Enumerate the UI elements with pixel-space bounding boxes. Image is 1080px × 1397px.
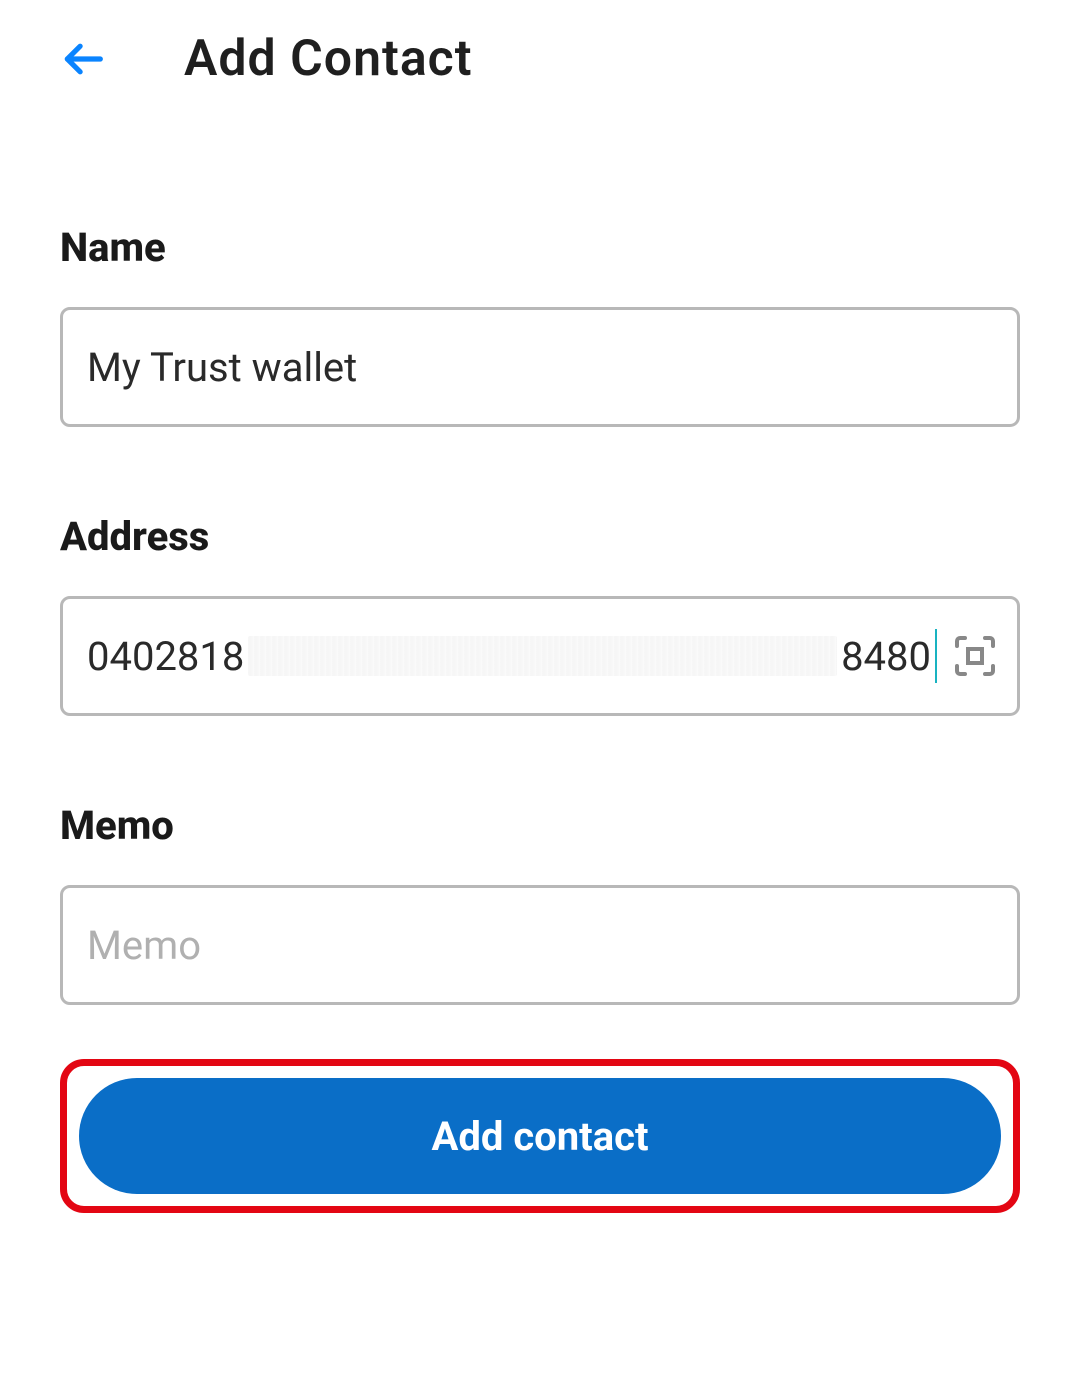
address-label: Address [60,513,1020,560]
memo-input[interactable] [87,888,993,1002]
address-prefix: 0402818 [87,633,244,680]
memo-label: Memo [60,802,1020,849]
name-input[interactable] [87,310,993,424]
address-suffix: 8480 [841,633,931,680]
address-input-wrapper: 0402818 8480 [60,596,1020,716]
button-highlight-box: Add contact [60,1059,1020,1213]
memo-input-wrapper [60,885,1020,1005]
add-contact-button[interactable]: Add contact [79,1078,1001,1194]
page-title: Add Contact [184,30,473,88]
scan-qr-icon[interactable] [951,632,999,680]
address-input[interactable]: 0402818 8480 [87,599,951,713]
name-label: Name [60,224,1020,271]
address-redacted [248,636,837,676]
memo-group: Memo [60,802,1020,1005]
name-group: Name [60,224,1020,427]
add-contact-screen: Add Contact Name Address 0402818 8480 [0,0,1080,1213]
header: Add Contact [60,0,1020,138]
text-cursor [935,629,937,683]
back-arrow-icon[interactable] [60,37,104,81]
name-input-wrapper [60,307,1020,427]
address-group: Address 0402818 8480 [60,513,1020,716]
